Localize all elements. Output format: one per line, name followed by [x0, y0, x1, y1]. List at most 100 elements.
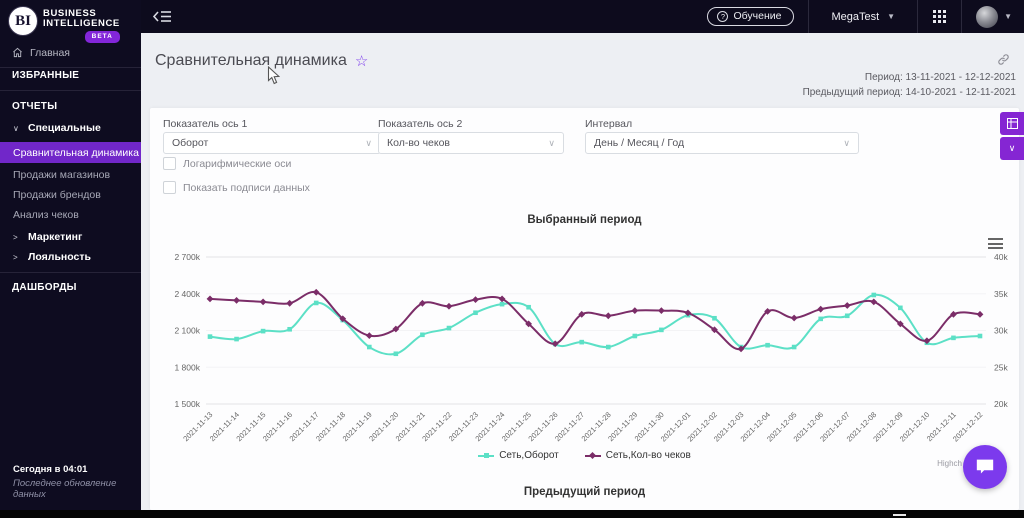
data-point[interactable] — [871, 292, 877, 298]
data-point[interactable] — [207, 334, 213, 339]
data-point[interactable] — [499, 301, 505, 307]
account-dropdown[interactable]: MegaTest ▼ — [809, 0, 917, 33]
y-axis-left-tick: 1 500k — [174, 399, 200, 409]
y-axis-left-tick: 2 100k — [174, 326, 200, 336]
sidebar-item-home[interactable]: Главная — [0, 44, 141, 61]
sidebar-item-comparative-dynamics[interactable]: Сравнительная динамика — [0, 142, 141, 163]
data-point[interactable] — [657, 307, 665, 315]
topbar-right-group: ? Обучение MegaTest ▼ ▼ — [707, 0, 1024, 33]
log-axes-option: Логарифмические оси — [163, 157, 291, 170]
data-point[interactable] — [791, 344, 797, 350]
axis1-select[interactable]: Оборот ∨ — [163, 132, 381, 154]
data-point[interactable] — [446, 325, 452, 331]
data-point[interactable] — [286, 299, 294, 307]
axis1-value: Оборот — [172, 137, 209, 149]
page-title: Сравнительная динамика — [155, 52, 347, 69]
share-link-icon[interactable] — [997, 53, 1010, 71]
logo-mark: BI — [8, 6, 38, 36]
data-point[interactable] — [234, 336, 239, 342]
chart-context-menu-button[interactable] — [988, 238, 1003, 249]
sidebar-item-label: Продажи магазинов — [13, 169, 111, 181]
data-point[interactable] — [818, 316, 823, 322]
data-point[interactable] — [790, 314, 798, 322]
sidebar-divider — [0, 272, 141, 273]
logo-line2: INTELLIGENCE — [43, 18, 120, 29]
data-point[interactable] — [313, 300, 319, 306]
interval-select[interactable]: День / Месяц / Год ∨ — [585, 132, 859, 154]
data-point[interactable] — [365, 332, 373, 340]
chat-bubble-icon — [976, 459, 994, 474]
data-point[interactable] — [632, 333, 638, 339]
sidebar-group-special[interactable]: ∨ Специальные — [0, 122, 141, 134]
data-point[interactable] — [393, 351, 399, 357]
sidebar-group-loyalty[interactable]: > Лояльность — [0, 251, 141, 263]
data-point[interactable] — [898, 305, 903, 311]
data-point[interactable] — [472, 296, 479, 304]
data-point[interactable] — [604, 312, 612, 320]
update-note: Последнее обновление данных — [13, 478, 117, 500]
sidebar-group-marketing[interactable]: > Маркетинг — [0, 231, 141, 243]
data-point[interactable] — [843, 302, 851, 309]
axis2-select[interactable]: Кол-во чеков ∨ — [378, 132, 564, 154]
data-point[interactable] — [817, 305, 825, 313]
apps-grid-button[interactable] — [918, 10, 961, 23]
sidebar-item-brand-sales[interactable]: Продажи брендов — [0, 185, 141, 205]
data-point[interactable] — [420, 332, 425, 338]
data-point[interactable] — [844, 313, 850, 319]
training-button[interactable]: ? Обучение — [707, 7, 795, 26]
data-point[interactable] — [712, 315, 717, 321]
chart-title-previous-period: Предыдущий период — [523, 486, 646, 498]
y-axis-left-tick: 2 400k — [174, 289, 200, 299]
sidebar-section-dashboards: ДАШБОРДЫ — [12, 282, 77, 293]
data-point[interactable] — [367, 344, 372, 350]
legend-item-turnover[interactable]: Сеть,Оборот — [478, 450, 559, 461]
sidebar-section-favorites: ИЗБРАННЫЕ — [12, 70, 80, 81]
data-point[interactable] — [526, 304, 531, 310]
data-point[interactable] — [287, 326, 292, 332]
data-point[interactable] — [951, 335, 956, 341]
data-point[interactable] — [206, 295, 214, 303]
log-axes-checkbox[interactable] — [163, 157, 176, 170]
data-point[interactable] — [473, 310, 478, 316]
user-menu-button[interactable]: ▼ — [962, 5, 1024, 28]
data-point[interactable] — [976, 310, 984, 318]
favorite-star-button[interactable]: ☆ — [355, 52, 368, 70]
data-point[interactable] — [260, 328, 266, 334]
sidebar-item-label: Главная — [30, 46, 70, 59]
sidebar-item-store-sales[interactable]: Продажи магазинов — [0, 165, 141, 185]
log-axes-label: Логарифмические оси — [183, 157, 292, 170]
data-update-status: Сегодня в 04:01 Последнее обновление дан… — [13, 464, 141, 500]
y-axis-left-tick: 2 700k — [174, 252, 200, 262]
data-point[interactable] — [870, 298, 878, 306]
data-point[interactable] — [605, 344, 611, 350]
data-labels-checkbox[interactable] — [163, 181, 176, 194]
axis2-label: Показатель ось 2 — [378, 118, 463, 130]
collapse-sidebar-icon[interactable] — [152, 9, 172, 24]
data-point[interactable] — [765, 342, 770, 348]
interval-label: Интервал — [585, 118, 633, 130]
legend-item-receipts[interactable]: Сеть,Кол-во чеков — [584, 450, 691, 461]
data-point[interactable] — [659, 327, 664, 333]
collapse-panel-button[interactable]: ∨ — [1000, 137, 1024, 160]
data-point[interactable] — [312, 288, 320, 296]
data-point[interactable] — [259, 298, 267, 306]
data-point[interactable] — [631, 307, 639, 315]
update-time: Сегодня в 04:01 — [13, 464, 88, 475]
sidebar: BI BUSINESS INTELLIGENCE BETA Главная ИЗ… — [0, 0, 141, 510]
chevron-right-icon: > — [13, 232, 18, 242]
table-view-button[interactable] — [1000, 112, 1024, 135]
selected-period-chart: 2 700k 40k 2 400k 35k 2 100k 30k 1 800k 25k 1 50… — [160, 235, 1018, 450]
chevron-down-icon: ▼ — [887, 12, 896, 21]
sidebar-divider — [0, 67, 141, 68]
sidebar-group-label: Маркетинг — [28, 231, 83, 243]
chat-support-button[interactable] — [963, 445, 1007, 489]
data-point[interactable] — [233, 296, 240, 304]
axis1-label: Показатель ось 1 — [163, 118, 248, 130]
y-axis-right-tick: 30k — [994, 326, 1008, 336]
data-point[interactable] — [579, 339, 585, 345]
sidebar-item-label: Сравнительная динамика — [13, 146, 139, 159]
chevron-down-icon: ∨ — [13, 123, 19, 133]
sidebar-item-receipt-analysis[interactable]: Анализ чеков — [0, 205, 141, 225]
data-point[interactable] — [977, 333, 983, 339]
data-point[interactable] — [445, 302, 453, 310]
